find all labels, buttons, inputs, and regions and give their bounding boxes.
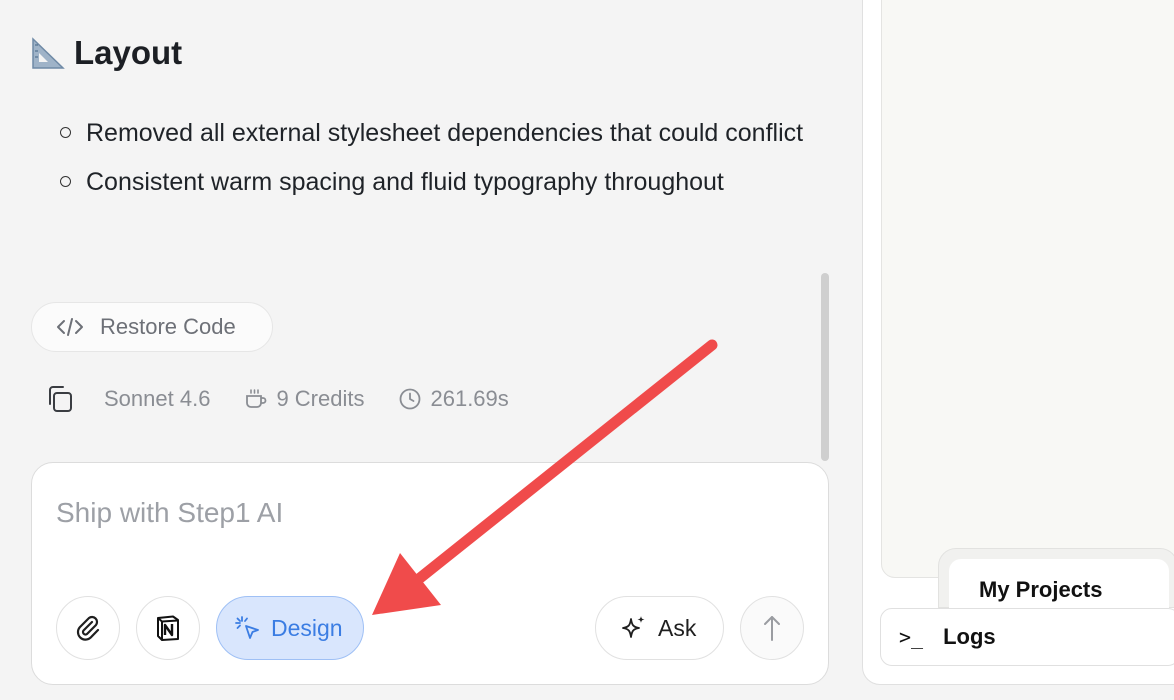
preview-panel: My Projects >_ Logs xyxy=(862,0,1174,700)
clock-icon xyxy=(400,388,421,410)
duration-label: 261.69s xyxy=(430,386,509,411)
terminal-icon: >_ xyxy=(899,625,924,649)
list-item: Consistent warm spacing and fluid typogr… xyxy=(60,161,830,203)
prompt-composer: Design Ask xyxy=(31,462,829,685)
model-name: Sonnet 4.6 xyxy=(104,386,211,411)
logs-label: Logs xyxy=(943,624,996,649)
credits-info: 9 Credits xyxy=(244,386,364,412)
prompt-input[interactable] xyxy=(56,491,796,535)
logs-toggle[interactable]: >_ Logs xyxy=(880,608,1174,666)
copy-icon[interactable] xyxy=(44,383,76,415)
projects-tab[interactable]: My Projects xyxy=(938,548,1174,619)
message-meta: Sonnet 4.6 9 Credits 261.69s xyxy=(44,382,509,416)
ask-mode-label: Ask xyxy=(658,614,697,641)
chat-panel: Layout Removed all external stylesheet d… xyxy=(0,0,862,700)
design-mode-button[interactable]: Design xyxy=(216,596,364,660)
notion-icon xyxy=(157,615,179,641)
coffee-cup-icon xyxy=(246,389,267,408)
ask-mode-button[interactable]: Ask xyxy=(595,596,724,660)
code-icon xyxy=(57,318,83,336)
credits-label: 9 Credits xyxy=(276,386,365,411)
restore-code-button[interactable]: Restore Code xyxy=(31,302,273,352)
list-item: Removed all external stylesheet dependen… xyxy=(60,112,830,154)
section-title: Layout xyxy=(74,34,183,71)
chat-scrollbar[interactable] xyxy=(821,273,829,461)
arrow-up-icon xyxy=(764,616,780,641)
triangle-ruler-icon xyxy=(32,37,65,69)
cursor-sparkle-icon xyxy=(235,616,259,639)
duration-info: 261.69s xyxy=(398,386,509,412)
section-heading: Layout xyxy=(30,34,182,72)
design-mode-label: Design xyxy=(271,614,343,641)
send-button[interactable] xyxy=(740,596,804,660)
notion-button[interactable] xyxy=(136,596,200,660)
sparkles-icon xyxy=(622,616,645,638)
preview-frame[interactable] xyxy=(881,0,1174,578)
attach-button[interactable] xyxy=(56,596,120,660)
paperclip-icon xyxy=(76,615,100,641)
change-list: Removed all external stylesheet dependen… xyxy=(60,112,830,210)
restore-code-label: Restore Code xyxy=(100,314,236,339)
